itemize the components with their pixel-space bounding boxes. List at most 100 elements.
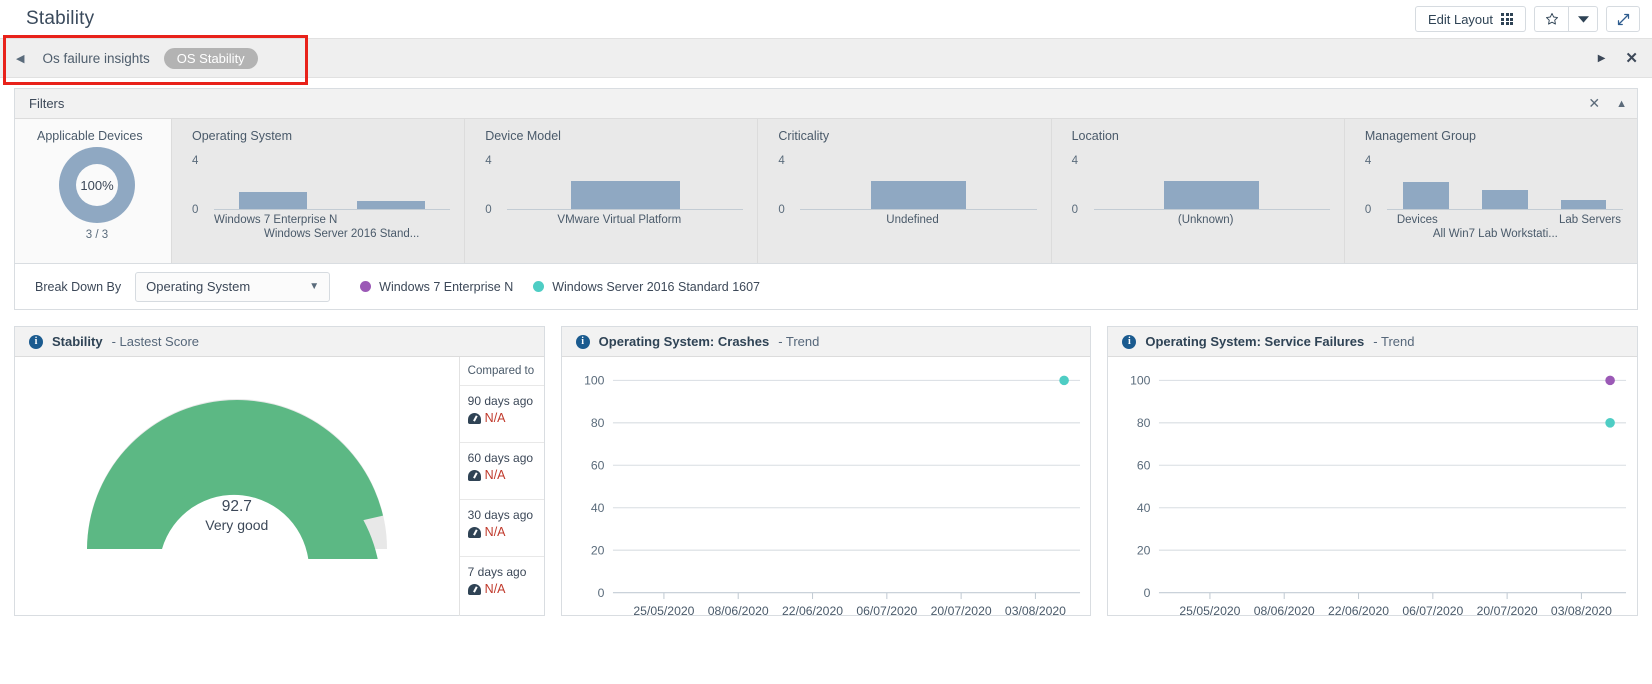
widget-title: Stability xyxy=(52,334,103,349)
applicable-devices-donut: 100% xyxy=(59,147,135,223)
axis-max-label: 4 xyxy=(485,155,492,167)
breakdown-selected-value: Operating System xyxy=(146,279,251,294)
x-tick-label: 25/05/2020 xyxy=(633,604,694,618)
widget-title: Operating System: Crashes xyxy=(598,334,770,349)
y-tick-label: 40 xyxy=(1137,501,1151,515)
data-point[interactable] xyxy=(1605,375,1616,386)
compared-to-table: Compared to 90 days ago N/A 60 days ago … xyxy=(458,357,544,616)
bar-plot-area xyxy=(507,161,744,210)
y-tick-label: 80 xyxy=(591,416,605,430)
axis-min-label: 0 xyxy=(1071,204,1079,216)
bar-plot-area xyxy=(1093,161,1331,210)
filter-bar-chart: 4 0 Devices Lab Servers All Win7 Lab Wor… xyxy=(1364,147,1624,242)
legend-item[interactable]: Windows 7 Enterprise N xyxy=(360,280,513,294)
bar-label: Devices xyxy=(1396,214,1438,226)
axis-min-label: 0 xyxy=(778,204,785,216)
legend-item[interactable]: Windows Server 2016 Standard 1607 xyxy=(533,280,760,294)
filter-title: Operating System xyxy=(192,129,293,143)
compare-period: 90 days ago xyxy=(467,394,534,408)
axis-max-label: 4 xyxy=(192,155,199,167)
x-axis-ticks xyxy=(1209,592,1583,600)
widget-title: Operating System: Service Failures xyxy=(1145,334,1365,349)
filter-criticality[interactable]: Criticality 4 0 Undefined xyxy=(758,119,1052,263)
widget-stability-latest-score: i Stability - Lastest Score 92.7 Very go… xyxy=(14,326,545,616)
bar-label: Lab Servers xyxy=(1559,214,1622,226)
bar-slot[interactable] xyxy=(1466,161,1545,210)
filter-bar-chart: 4 0 Windows 7 Enterprise N Windows Serve… xyxy=(192,147,451,242)
bar xyxy=(1482,190,1528,210)
widget-header: i Operating System: Service Failures - T… xyxy=(1108,327,1638,357)
filter-location[interactable]: Location 4 0 (Unknown) xyxy=(1051,119,1345,263)
filter-operating-system[interactable]: Operating System 4 0 Windows 7 Enterpris… xyxy=(172,119,466,263)
legend-color-dot xyxy=(360,281,372,292)
compare-value: N/A xyxy=(484,582,506,596)
bar-plot-area xyxy=(1386,161,1624,210)
filter-management-group[interactable]: Management Group 4 0 Devices Lab Servers… xyxy=(1344,119,1638,263)
filters-header-controls: ✕ ▲ xyxy=(1588,95,1627,112)
compared-to-row: 30 days ago N/A xyxy=(459,500,544,557)
bar-slot[interactable] xyxy=(1387,161,1466,210)
x-tick-label: 06/07/2020 xyxy=(1403,604,1464,618)
x-tick-label: 08/06/2020 xyxy=(1254,604,1315,618)
filter-bar-chart: 4 0 VMware Virtual Platform xyxy=(485,147,744,242)
breadcrumb-parent-link[interactable]: Os failure insights xyxy=(42,51,149,66)
y-tick-label: 60 xyxy=(1137,459,1151,473)
data-point[interactable] xyxy=(1058,375,1069,386)
filter-bar-chart: 4 0 (Unknown) xyxy=(1071,147,1331,244)
widget-header: i Operating System: Crashes - Trend xyxy=(561,327,1091,357)
filters-collapse-icon[interactable]: ▲ xyxy=(1616,98,1627,110)
filter-title: Management Group xyxy=(1364,129,1476,143)
info-icon[interactable]: i xyxy=(29,334,43,349)
breadcrumb-close-icon[interactable]: ✕ xyxy=(1625,49,1638,67)
breadcrumb-expand-icon[interactable]: ▶ xyxy=(1598,53,1606,64)
top-bar: Stability Edit Layout xyxy=(0,0,1652,38)
bar-slot[interactable] xyxy=(800,161,1036,210)
favorite-star-button[interactable] xyxy=(1534,6,1568,32)
gauge-score: 92.7 xyxy=(221,498,252,515)
filter-applicable-devices[interactable]: Applicable Devices 100% 3 / 3 xyxy=(15,119,172,263)
trend-chart-body[interactable]: 100 80 60 40 20 0 25/05/2020 08/06/2020 … xyxy=(1108,357,1637,618)
edit-layout-button[interactable]: Edit Layout xyxy=(1414,6,1526,32)
axis-max-label: 4 xyxy=(1364,155,1372,167)
bar xyxy=(1560,199,1607,210)
filters-close-icon[interactable]: ✕ xyxy=(1588,95,1600,112)
bar-slot[interactable] xyxy=(507,161,743,210)
data-point[interactable] xyxy=(1605,418,1616,428)
filter-device-model[interactable]: Device Model 4 0 VMware Virtual Platform xyxy=(465,119,759,263)
bar-label: VMware Virtual Platform xyxy=(557,214,682,226)
fullscreen-button[interactable] xyxy=(1606,6,1640,32)
breadcrumb-back-icon[interactable]: ◀ xyxy=(16,52,24,65)
trend-chart-body[interactable]: 100 80 60 40 20 0 25/05/2020 08/06/2020 … xyxy=(562,357,1091,618)
filters-header: Filters ✕ ▲ xyxy=(15,89,1637,119)
bar-labels: (Unknown) xyxy=(1082,214,1330,244)
breadcrumb-bar: ◀ Os failure insights OS Stability ▶ ✕ xyxy=(0,35,1652,85)
gauge-value-block: 92.7 Very good xyxy=(205,497,268,535)
x-tick-label: 20/07/2020 xyxy=(1477,604,1538,618)
axis-max-label: 4 xyxy=(778,155,785,167)
y-tick-label: 20 xyxy=(1137,543,1151,557)
axis-min-label: 0 xyxy=(485,204,492,216)
gridlines xyxy=(1159,379,1627,594)
x-tick-label: 03/08/2020 xyxy=(1551,604,1612,618)
bar xyxy=(871,180,966,210)
bar-slot[interactable] xyxy=(1094,161,1330,210)
bar-slot[interactable] xyxy=(1544,161,1623,210)
bar xyxy=(1164,180,1259,210)
bar-slot[interactable] xyxy=(214,161,332,210)
widget-subtitle: - Trend xyxy=(1373,334,1415,349)
bar-slot[interactable] xyxy=(332,161,450,210)
y-tick-label: 80 xyxy=(1137,416,1151,430)
breadcrumb-current-tab[interactable]: OS Stability xyxy=(163,47,258,69)
widgets-row: i Stability - Lastest Score 92.7 Very go… xyxy=(14,326,1639,618)
y-tick-label: 60 xyxy=(591,459,605,473)
bar-labels: Undefined xyxy=(788,214,1036,244)
favorite-dropdown-button[interactable] xyxy=(1568,6,1598,32)
gauge-area: 92.7 Very good xyxy=(15,357,459,616)
edit-layout-label: Edit Layout xyxy=(1427,11,1493,27)
info-icon[interactable]: i xyxy=(1122,334,1137,349)
donut-ratio-label: 3 / 3 xyxy=(85,229,109,241)
breakdown-select[interactable]: Operating System ▼ xyxy=(135,271,331,302)
compare-value: N/A xyxy=(484,525,506,539)
info-icon[interactable]: i xyxy=(575,334,590,349)
bar-label: (Unknown) xyxy=(1177,214,1234,226)
